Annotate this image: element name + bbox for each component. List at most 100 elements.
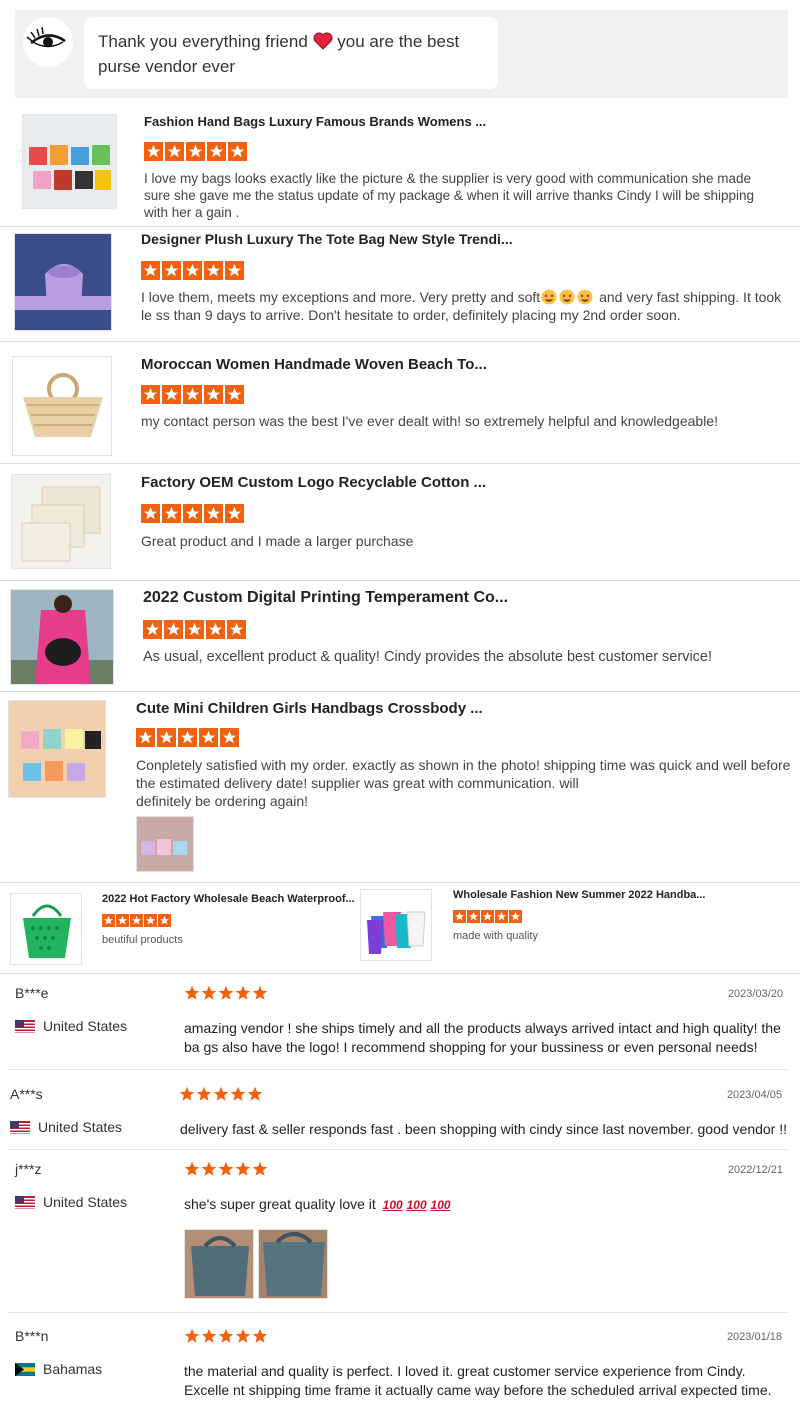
review-text: beutiful products bbox=[102, 934, 183, 946]
review-date: 2023/01/18 bbox=[726, 1331, 782, 1343]
review-text: delivery fast & seller responds fast . b… bbox=[180, 1121, 788, 1137]
buyer-country: Bahamas bbox=[15, 1361, 102, 1377]
buyer-country: United States bbox=[15, 1018, 127, 1034]
star-icon bbox=[183, 385, 202, 404]
product-review-card: Factory OEM Custom Logo Recyclable Cotto… bbox=[0, 464, 800, 581]
buyer-country: United States bbox=[10, 1119, 122, 1135]
review-text: I love my bags looks exactly like the pi… bbox=[144, 171, 755, 220]
review-photo[interactable] bbox=[258, 1229, 328, 1299]
buyer-country: United States bbox=[15, 1194, 127, 1210]
product-title[interactable]: Factory OEM Custom Logo Recyclable Cotto… bbox=[141, 474, 486, 491]
star-icon bbox=[235, 985, 251, 1000]
star-icon bbox=[213, 1086, 229, 1101]
star-icon bbox=[225, 385, 244, 404]
star-icon bbox=[196, 1086, 212, 1101]
product-title[interactable]: Designer Plush Luxury The Tote Bag New S… bbox=[141, 231, 513, 247]
star-icon bbox=[227, 620, 246, 639]
star-icon bbox=[204, 385, 223, 404]
star-rating bbox=[102, 914, 171, 927]
star-icon bbox=[467, 910, 480, 923]
product-review-card: 2022 Custom Digital Printing Temperament… bbox=[0, 581, 800, 692]
divider bbox=[8, 1069, 788, 1070]
star-rating bbox=[141, 261, 244, 280]
product-image[interactable] bbox=[10, 893, 82, 965]
review-photo[interactable] bbox=[184, 1229, 254, 1299]
hundred-points-emoji: 100 bbox=[406, 1198, 427, 1212]
review-date: 2023/04/05 bbox=[726, 1089, 782, 1101]
star-rating bbox=[184, 985, 268, 1001]
star-icon bbox=[136, 728, 155, 747]
star-icon bbox=[199, 728, 218, 747]
review-text: the material and quality is perfect. I l… bbox=[184, 1363, 772, 1398]
star-icon bbox=[158, 914, 171, 927]
star-icon bbox=[165, 142, 184, 161]
star-icon bbox=[141, 504, 160, 523]
star-icon bbox=[495, 910, 508, 923]
buyer-name: A***s bbox=[10, 1086, 43, 1102]
star-icon bbox=[185, 620, 204, 639]
star-rating bbox=[144, 142, 247, 161]
review-text: my contact person was the best I've ever… bbox=[141, 413, 718, 429]
review-text: Conpletely satisfied with my order. exac… bbox=[136, 756, 791, 792]
star-icon bbox=[230, 1086, 246, 1101]
star-icon bbox=[204, 261, 223, 280]
star-icon bbox=[162, 504, 181, 523]
star-rating bbox=[453, 910, 522, 923]
us-flag-icon bbox=[10, 1120, 30, 1134]
star-rating bbox=[184, 1328, 268, 1344]
product-image[interactable] bbox=[11, 474, 111, 569]
product-image[interactable] bbox=[22, 114, 117, 209]
star-icon bbox=[509, 910, 522, 923]
product-title[interactable]: Cute Mini Children Girls Handbags Crossb… bbox=[136, 700, 483, 717]
heart-eyes-emoji bbox=[577, 289, 595, 305]
star-icon bbox=[207, 142, 226, 161]
product-review-card: Moroccan Women Handmade Woven Beach To..… bbox=[0, 342, 800, 464]
product-image[interactable] bbox=[14, 233, 112, 331]
hundred-points-emoji: 100 bbox=[382, 1198, 403, 1212]
product-image[interactable] bbox=[360, 889, 432, 961]
star-rating bbox=[141, 385, 244, 404]
star-icon bbox=[116, 914, 129, 927]
review-text: Great product and I made a larger purcha… bbox=[141, 533, 414, 549]
review-text: As usual, excellent product & quality! C… bbox=[143, 649, 713, 665]
star-icon bbox=[162, 261, 181, 280]
product-title[interactable]: 2022 Custom Digital Printing Temperament… bbox=[143, 589, 508, 607]
country-name: United States bbox=[43, 1018, 128, 1034]
product-review-card: Cute Mini Children Girls Handbags Crossb… bbox=[0, 692, 800, 883]
star-icon bbox=[225, 261, 244, 280]
star-icon bbox=[252, 985, 268, 1000]
avatar bbox=[23, 17, 73, 67]
star-icon bbox=[220, 728, 239, 747]
product-title[interactable]: 2022 Hot Factory Wholesale Beach Waterpr… bbox=[102, 893, 355, 905]
review-photo[interactable] bbox=[136, 816, 194, 872]
divider bbox=[8, 1312, 788, 1313]
star-rating bbox=[143, 620, 246, 639]
product-title[interactable]: Wholesale Fashion New Summer 2022 Handba… bbox=[453, 889, 705, 901]
review-date: 2022/12/21 bbox=[727, 1164, 783, 1176]
review-text-1: she's super great quality love it bbox=[184, 1196, 376, 1212]
product-image[interactable] bbox=[10, 589, 114, 685]
product-image[interactable] bbox=[12, 356, 112, 456]
review-text-2: definitely be ordering again! bbox=[136, 793, 309, 809]
product-title[interactable]: Fashion Hand Bags Luxury Famous Brands W… bbox=[144, 114, 486, 129]
star-icon bbox=[247, 1086, 263, 1101]
star-icon bbox=[183, 261, 202, 280]
product-title[interactable]: Moroccan Women Handmade Woven Beach To..… bbox=[141, 356, 487, 373]
chat-message: Thank you everything friend you are the … bbox=[84, 17, 498, 89]
product-image[interactable] bbox=[8, 700, 106, 798]
star-icon bbox=[186, 142, 205, 161]
star-icon bbox=[206, 620, 225, 639]
divider bbox=[8, 1149, 788, 1150]
country-name: Bahamas bbox=[43, 1361, 103, 1377]
star-icon bbox=[141, 261, 160, 280]
product-review-card: Fashion Hand Bags Luxury Famous Brands W… bbox=[0, 112, 800, 227]
us-flag-icon bbox=[15, 1195, 35, 1209]
star-icon bbox=[143, 620, 162, 639]
related-products-row: 2022 Hot Factory Wholesale Beach Waterpr… bbox=[0, 883, 800, 974]
star-icon bbox=[252, 1161, 268, 1176]
star-icon bbox=[252, 1328, 268, 1343]
star-icon bbox=[184, 1161, 200, 1176]
star-icon bbox=[102, 914, 115, 927]
star-icon bbox=[201, 985, 217, 1000]
star-icon bbox=[157, 728, 176, 747]
